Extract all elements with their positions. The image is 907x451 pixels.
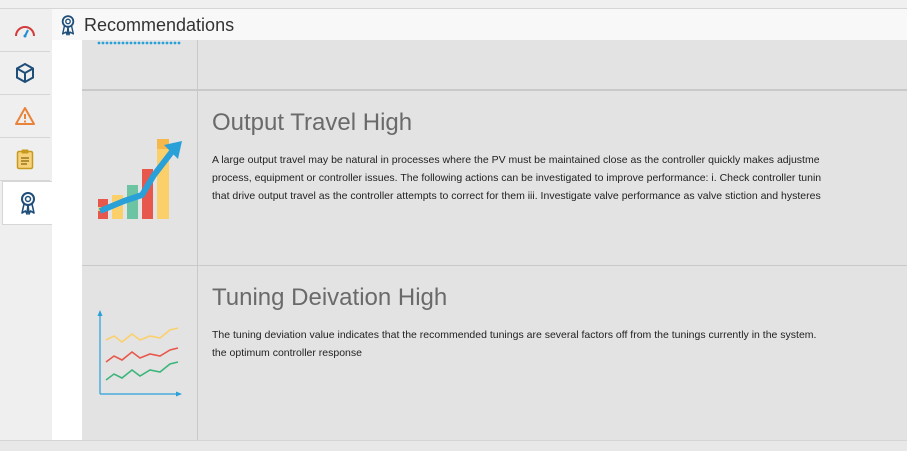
recommendation-description-line: that drive output travel as the controll… bbox=[212, 190, 821, 202]
recommendations-list[interactable]: Output Travel High A large output travel… bbox=[52, 40, 907, 440]
sidebar-item-alerts[interactable] bbox=[0, 95, 50, 138]
gauge-icon bbox=[15, 26, 35, 38]
page-title: Recommendations bbox=[84, 14, 235, 35]
recommendation-body: Output Travel High A large output travel… bbox=[212, 91, 907, 205]
sidebar-item-reports[interactable] bbox=[0, 138, 50, 181]
dotted-line-icon bbox=[97, 41, 181, 45]
sidebar-item-model[interactable] bbox=[0, 52, 50, 95]
recommendation-card[interactable]: Output Travel High A large output travel… bbox=[82, 90, 907, 266]
recommendation-card-partial bbox=[82, 40, 907, 90]
footer-bar bbox=[0, 440, 907, 451]
line-trend-chart-icon bbox=[97, 310, 182, 397]
recommendation-body: Tuning Deivation High The tuning deviati… bbox=[212, 266, 907, 362]
recommendation-title: Output Travel High bbox=[212, 109, 413, 136]
sidebar bbox=[0, 8, 53, 441]
recommendation-description-line: A large output travel may be natural in … bbox=[212, 154, 820, 166]
recommendation-title: Tuning Deivation High bbox=[212, 284, 448, 311]
growth-bar-chart-icon bbox=[98, 139, 182, 219]
award-ribbon-icon bbox=[60, 14, 76, 36]
recommendation-thumbnail bbox=[82, 40, 198, 89]
recommendation-thumbnail bbox=[82, 266, 198, 440]
clipboard-icon bbox=[16, 149, 34, 170]
recommendation-description-line: process, equipment or controller issues.… bbox=[212, 172, 822, 184]
recommendation-description-line: the optimum controller response bbox=[212, 347, 362, 359]
sidebar-item-recommendations[interactable] bbox=[2, 181, 52, 225]
page-header: Recommendations bbox=[52, 8, 907, 41]
sidebar-item-dashboard[interactable] bbox=[0, 9, 50, 52]
cube-icon bbox=[16, 62, 34, 84]
recommendation-description-line: The tuning deviation value indicates tha… bbox=[212, 329, 817, 341]
recommendation-thumbnail bbox=[82, 91, 198, 265]
award-ribbon-icon bbox=[20, 192, 35, 215]
recommendation-card[interactable]: Tuning Deivation High The tuning deviati… bbox=[82, 265, 907, 440]
warning-icon bbox=[15, 107, 35, 125]
